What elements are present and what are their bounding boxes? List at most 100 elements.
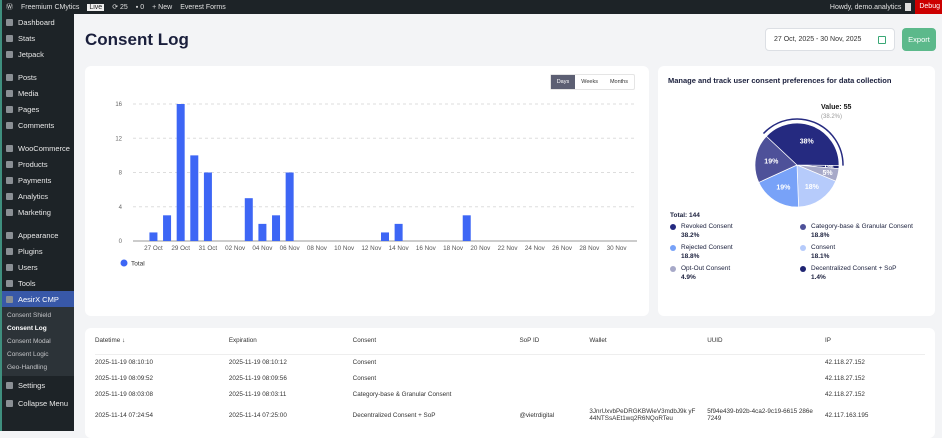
site-name-link[interactable]: Freemium CMytics	[21, 4, 79, 11]
column-header[interactable]: Datetime ↓	[95, 328, 229, 355]
menu-icon	[6, 144, 13, 152]
sidebar-item-appearance[interactable]: Appearance	[2, 227, 74, 243]
sidebar-item-dashboard[interactable]: Dashboard	[2, 14, 74, 30]
submenu-item[interactable]: Consent Shield	[2, 309, 74, 322]
legend-item[interactable]: Rejected Consent 18.8%	[670, 244, 800, 260]
y-tick-label: 12	[115, 136, 122, 142]
x-tick-label: 24 Nov	[525, 245, 546, 252]
submenu-item[interactable]: Consent Logic	[2, 348, 74, 361]
bar[interactable]	[163, 215, 172, 241]
legend-item[interactable]: Consent 18.1%	[800, 244, 930, 260]
bar[interactable]	[285, 172, 294, 242]
sidebar-item-stats[interactable]: Stats	[2, 30, 74, 46]
tab-weeks[interactable]: Weeks	[575, 75, 604, 89]
bar[interactable]	[149, 232, 158, 241]
new-link[interactable]: + New	[152, 4, 172, 11]
table-row[interactable]: 2025-11-19 08:10:10 2025-11-19 08:10:12 Co…	[95, 354, 925, 370]
sidebar-item-analytics[interactable]: Analytics	[2, 188, 74, 204]
column-header: IP	[825, 328, 925, 355]
table-row[interactable]: 2025-11-19 08:03:08 2025-11-19 08:03:11 Ca…	[95, 386, 925, 402]
comments-icon[interactable]: ▪ 0	[136, 4, 144, 11]
menu-icon	[6, 105, 13, 113]
forms-link[interactable]: Everest Forms	[180, 4, 226, 11]
bar[interactable]	[244, 198, 253, 241]
submenu-item[interactable]: Geo-Handling	[2, 361, 74, 374]
submenu: Consent Shield Consent Log Consent Modal Co…	[2, 307, 74, 376]
bar[interactable]	[176, 104, 185, 241]
menu-icon	[6, 160, 13, 168]
legend-label[interactable]: Total	[131, 261, 145, 268]
bar[interactable]	[258, 223, 267, 241]
updates-count: 25	[120, 4, 128, 11]
consent-table-card: Datetime ↓ Expiration Consent SoP ID Wallet U…	[85, 328, 935, 438]
legend-item[interactable]: Opt-Out Consent 4.9%	[670, 265, 800, 281]
slice-label: 18%	[805, 184, 820, 191]
tab-days[interactable]: Days	[550, 75, 576, 89]
table-cell: 42.118.27.152	[825, 374, 865, 382]
sidebar-item-jetpack[interactable]: Jetpack	[2, 46, 74, 62]
bar[interactable]	[190, 155, 199, 241]
sidebar-item-label: Posts	[18, 72, 37, 82]
sidebar-item-marketing[interactable]: Marketing	[2, 204, 74, 220]
table-cell: 2025-11-19 08:09:56	[228, 374, 287, 382]
x-tick-label: 29 Oct	[171, 245, 190, 252]
bar[interactable]	[381, 232, 389, 241]
table-cell: 42.118.27.152	[825, 358, 865, 366]
sidebar-item-posts[interactable]: Posts	[2, 69, 74, 85]
tooltip-percent: (38.2%)	[821, 114, 842, 120]
table-row[interactable]: 2025-11-14 07:24:54 2025-11-14 07:25:00 De…	[95, 402, 925, 428]
sidebar-item-comments[interactable]: Comments	[2, 117, 74, 133]
sidebar-item-pages[interactable]: Pages	[2, 101, 74, 117]
x-tick-label: 20 Nov	[470, 245, 491, 252]
table-cell	[589, 354, 707, 370]
table-cell: 2025-11-14 07:25:00	[228, 411, 287, 419]
legend-percent: 18.8%	[811, 232, 830, 239]
table-cell	[519, 370, 589, 386]
submenu-item[interactable]: Consent Modal	[2, 335, 74, 348]
sidebar-item-users[interactable]: Users	[2, 259, 74, 275]
legend-item[interactable]: Decentralized Consent + SoP 1.4%	[800, 265, 930, 281]
legend-item[interactable]: Category-base & Granular Consent 18.8%	[800, 223, 930, 239]
sidebar-item-aesirx-cmp[interactable]: AesirX CMP	[2, 291, 74, 307]
table-cell: 5f94e439-b92b-4ca2-9c19-6615 286e7249	[707, 408, 813, 422]
wordpress-logo-icon[interactable]: Ⓦ	[6, 2, 13, 12]
sidebar-item-media[interactable]: Media	[2, 85, 74, 101]
export-button[interactable]: Export	[902, 28, 936, 51]
bar[interactable]	[462, 215, 471, 241]
bar[interactable]	[203, 172, 212, 242]
legend-name: Revoked Consent	[681, 223, 733, 230]
table-cell	[707, 370, 825, 386]
slice-label: 19%	[776, 185, 791, 192]
bar[interactable]	[394, 223, 403, 241]
table-cell: 2025-11-14 07:24:54	[95, 411, 154, 419]
legend-dot	[670, 223, 676, 230]
date-range-picker[interactable]: 27 Oct, 2025 - 30 Nov, 2025	[765, 28, 895, 51]
menu-icon	[6, 73, 13, 81]
bar[interactable]	[272, 215, 281, 241]
submenu-item[interactable]: Consent Log	[2, 322, 74, 335]
sidebar-item-tools[interactable]: Tools	[2, 275, 74, 291]
sidebar-item-woocommerce[interactable]: WooCommerce	[2, 140, 74, 156]
legend-dot	[800, 223, 806, 230]
period-tabs: Days Weeks Months	[549, 74, 635, 90]
sidebar-item-plugins[interactable]: Plugins	[2, 243, 74, 259]
avatar[interactable]	[905, 3, 912, 11]
debug-button[interactable]: Debug	[915, 0, 942, 14]
legend-percent: 18.1%	[811, 253, 830, 260]
sidebar-item-payments[interactable]: Payments	[2, 172, 74, 188]
menu-icon	[6, 231, 13, 239]
tab-months[interactable]: Months	[604, 75, 634, 89]
sidebar-item-products[interactable]: Products	[2, 156, 74, 172]
table-cell	[519, 386, 589, 402]
menu-icon	[6, 89, 13, 97]
howdy-link[interactable]: Howdy, demo.analytics	[830, 4, 901, 11]
x-tick-label: 27 Oct	[144, 245, 163, 252]
comments-count: 0	[140, 3, 145, 11]
sidebar-item-collapse-menu[interactable]: Collapse Menu	[2, 394, 74, 412]
sidebar-item-settings[interactable]: Settings	[2, 376, 74, 394]
legend-item[interactable]: Revoked Consent 38.2%	[670, 223, 800, 239]
menu-icon	[6, 121, 13, 129]
table-row[interactable]: 2025-11-19 08:09:52 2025-11-19 08:09:56 Co…	[95, 370, 925, 386]
table-cell: 42.118.27.152	[825, 390, 865, 398]
updates-icon[interactable]: ⟳ 25	[112, 3, 128, 11]
